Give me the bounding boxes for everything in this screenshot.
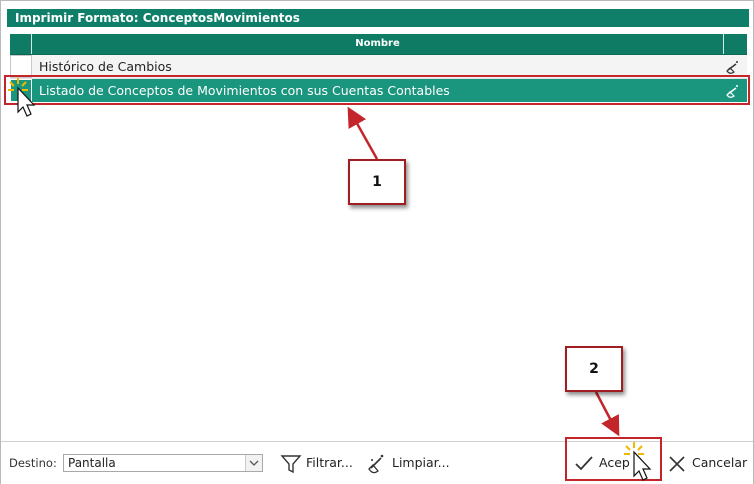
destino-select[interactable]: Pantalla — [63, 454, 263, 472]
cancel-button[interactable]: Cancelar — [666, 451, 751, 475]
column-header-nombre[interactable]: Nombre — [32, 34, 724, 54]
grid-header: Nombre — [10, 34, 747, 55]
filter-label: Filtrar... — [306, 455, 353, 470]
destino-value: Pantalla — [68, 456, 116, 470]
filter-button[interactable]: Filtrar... — [280, 451, 360, 475]
destino-label: Destino: — [9, 456, 57, 470]
header-select-cell[interactable] — [10, 34, 32, 54]
broom-icon — [368, 454, 384, 474]
highlight-row-box — [4, 75, 750, 105]
chevron-down-icon[interactable] — [245, 455, 262, 471]
click-cursor-icon — [8, 78, 36, 117]
callout-2: 2 — [565, 346, 623, 392]
print-format-dialog: Imprimir Formato: ConceptosMovimientos N… — [0, 0, 754, 484]
dialog-title: Imprimir Formato: ConceptosMovimientos — [7, 9, 749, 27]
close-icon — [669, 456, 685, 472]
cancel-label: Cancelar — [692, 455, 748, 470]
funnel-icon — [280, 455, 302, 474]
click-cursor-icon — [624, 442, 652, 481]
broom-icon[interactable] — [725, 59, 741, 75]
clean-button[interactable]: Limpiar... — [366, 451, 456, 475]
clean-label: Limpiar... — [392, 455, 450, 470]
callout-1: 1 — [348, 159, 406, 205]
